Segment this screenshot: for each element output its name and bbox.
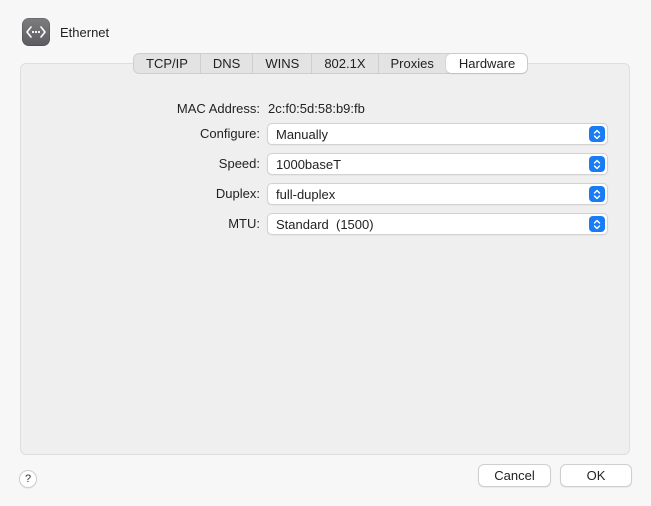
help-button[interactable]: ? — [19, 470, 37, 488]
tab-proxies[interactable]: Proxies — [377, 54, 446, 73]
mtu-label: MTU: — [228, 216, 260, 231]
configure-select[interactable]: Manually — [267, 123, 608, 145]
speed-label: Speed: — [218, 156, 260, 171]
configure-value: Manually — [276, 127, 329, 142]
speed-select[interactable]: 1000baseT — [267, 153, 608, 175]
tab-wins[interactable]: WINS — [252, 54, 311, 73]
configure-label: Configure: — [200, 126, 260, 141]
chevron-up-down-icon — [589, 126, 605, 142]
chevron-up-down-icon — [589, 156, 605, 172]
tab-8021x[interactable]: 802.1X — [311, 54, 377, 73]
duplex-label: Duplex: — [215, 186, 260, 201]
chevron-up-down-icon — [589, 186, 605, 202]
mtu-value: Standard (1500) — [276, 217, 374, 232]
speed-row: Speed: 1000baseT — [20, 153, 630, 175]
network-settings-window: Ethernet TCP/IP DNS WINS 802.1X Proxies … — [0, 0, 651, 506]
mtu-row: MTU: Standard (1500) — [20, 213, 630, 235]
tab-bar: TCP/IP DNS WINS 802.1X Proxies Hardware — [133, 53, 529, 74]
tab-dns[interactable]: DNS — [199, 54, 252, 73]
sheet-title: Ethernet — [60, 24, 110, 40]
configure-row: Configure: Manually — [20, 123, 630, 145]
mtu-select[interactable]: Standard (1500) — [267, 213, 608, 235]
ethernet-icon — [22, 18, 50, 46]
ok-button[interactable]: OK — [560, 464, 632, 487]
duplex-row: Duplex: full-duplex — [20, 183, 630, 205]
cancel-button[interactable]: Cancel — [478, 464, 551, 487]
mac-address-label: MAC Address: — [176, 101, 260, 116]
settings-sheet: Ethernet TCP/IP DNS WINS 802.1X Proxies … — [0, 0, 651, 506]
sheet-header: Ethernet — [22, 18, 109, 46]
hardware-panel — [20, 63, 630, 455]
duplex-value: full-duplex — [276, 187, 336, 202]
speed-value: 1000baseT — [276, 157, 342, 172]
mac-address-row: MAC Address: 2c:f0:5d:58:b9:fb — [20, 98, 630, 120]
chevron-up-down-icon — [589, 216, 605, 232]
duplex-select[interactable]: full-duplex — [267, 183, 608, 205]
tab-tcpip[interactable]: TCP/IP — [134, 54, 200, 73]
mac-address-value: 2c:f0:5d:58:b9:fb — [268, 101, 365, 116]
tab-hardware[interactable]: Hardware — [445, 54, 528, 73]
